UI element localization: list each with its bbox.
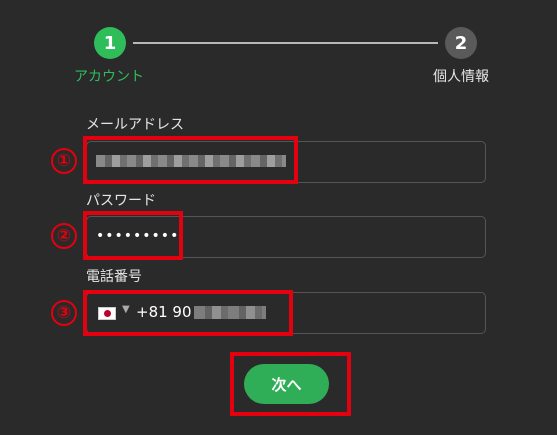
highlight-phone [83, 290, 293, 336]
highlight-next-button [230, 352, 351, 416]
step-connector [133, 42, 438, 44]
marker-1: ① [51, 148, 77, 174]
highlight-email [83, 136, 298, 184]
marker-2: ② [51, 223, 77, 249]
phone-label: 電話番号 [86, 269, 142, 285]
highlight-password [83, 211, 183, 260]
step-2-indicator: 2 [445, 27, 477, 59]
step-2-label: 個人情報 [433, 69, 489, 85]
step-1-indicator: 1 [94, 27, 126, 59]
email-label: メールアドレス [86, 117, 184, 133]
step-1-label: アカウント [74, 69, 144, 85]
password-label: パスワード [86, 193, 156, 209]
marker-3: ③ [51, 300, 77, 326]
signup-page: 1 2 アカウント 個人情報 メールアドレス パスワード ••••••••• 電… [0, 0, 557, 435]
